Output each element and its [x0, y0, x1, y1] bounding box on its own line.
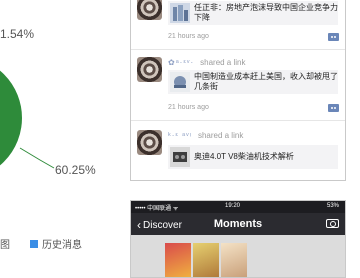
chevron-left-icon: ‹ — [137, 218, 141, 232]
leader-line — [19, 147, 55, 169]
legend-item[interactable]: 历史消息 — [30, 236, 82, 251]
comment-icon[interactable] — [328, 33, 339, 41]
author-name[interactable]: ᵏ·ᵋ ᵃᵛᵎ — [168, 131, 192, 140]
shared-link-card[interactable]: 奥迪4.0T V8柴油机技术解析 — [168, 145, 338, 169]
legend-swatch — [30, 239, 38, 248]
link-title: 任正非：房地产泡沫导致中国企业竞争力下降 — [194, 3, 338, 22]
legend-item[interactable]: 图 — [0, 236, 10, 251]
link-title: 奥迪4.0T V8柴油机技术解析 — [194, 152, 294, 161]
cover-photo — [221, 243, 247, 277]
legend-label: 历史消息 — [42, 240, 82, 251]
slice-label: 1.54% — [0, 27, 35, 41]
camera-icon[interactable] — [326, 219, 339, 228]
phone-screen: ••••• 中国联通 ᯤ 19:20 53% ‹ Discover Moment… — [130, 200, 346, 278]
carrier-label: ••••• 中国联通 ᯤ — [135, 206, 179, 212]
post-author-line: ✿ᵃ·ᵋᵛ· shared a link — [168, 58, 245, 67]
cover-photo — [193, 243, 219, 277]
status-clock: 19:20 — [225, 203, 241, 209]
link-thumbnail — [170, 3, 190, 23]
pie-chart: 1.54% 60.25% 图 历史消息 — [0, 0, 128, 270]
divider — [131, 49, 345, 50]
moments-cover[interactable] — [131, 235, 345, 277]
post-timestamp: 21 hours ago — [168, 104, 209, 111]
post-author-line: ᵏ·ᵋ ᵃᵛᵎ shared a link — [168, 131, 243, 140]
avatar[interactable] — [137, 0, 162, 20]
divider — [131, 120, 345, 121]
avatar[interactable] — [137, 130, 162, 155]
author-name[interactable]: ✿ᵃ·ᵋᵛ· — [168, 58, 194, 67]
post-timestamp: 21 hours ago — [168, 33, 209, 40]
cover-photo — [165, 243, 191, 277]
battery-level: 53% — [326, 203, 339, 209]
shared-link-card[interactable]: 中国制造业成本赶上美国，收入却被甩了几条街 — [168, 70, 338, 94]
comment-icon[interactable] — [328, 104, 339, 112]
link-thumbnail — [170, 72, 190, 92]
shared-link-card[interactable]: 任正非：房地产泡沫导致中国企业竞争力下降 — [168, 1, 338, 25]
navigation-bar: ‹ Discover Moments — [131, 213, 345, 235]
legend-label: 图 — [0, 240, 10, 251]
link-title: 中国制造业成本赶上美国，收入却被甩了几条街 — [194, 72, 338, 91]
shared-a-link-text: shared a link — [200, 58, 246, 67]
back-button[interactable]: ‹ Discover — [137, 218, 182, 232]
avatar[interactable] — [137, 57, 162, 82]
shared-a-link-text: shared a link — [197, 131, 244, 140]
link-thumbnail — [170, 147, 190, 167]
slice-label: 60.25% — [55, 163, 96, 177]
back-button-label: Discover — [143, 219, 182, 231]
moments-feed-card: 任正非：房地产泡沫导致中国企业竞争力下降 21 hours ago ✿ᵃ·ᵋᵛ·… — [130, 0, 346, 181]
pie-slice — [0, 70, 22, 166]
status-bar: ••••• 中国联通 ᯤ 19:20 53% — [131, 201, 345, 213]
